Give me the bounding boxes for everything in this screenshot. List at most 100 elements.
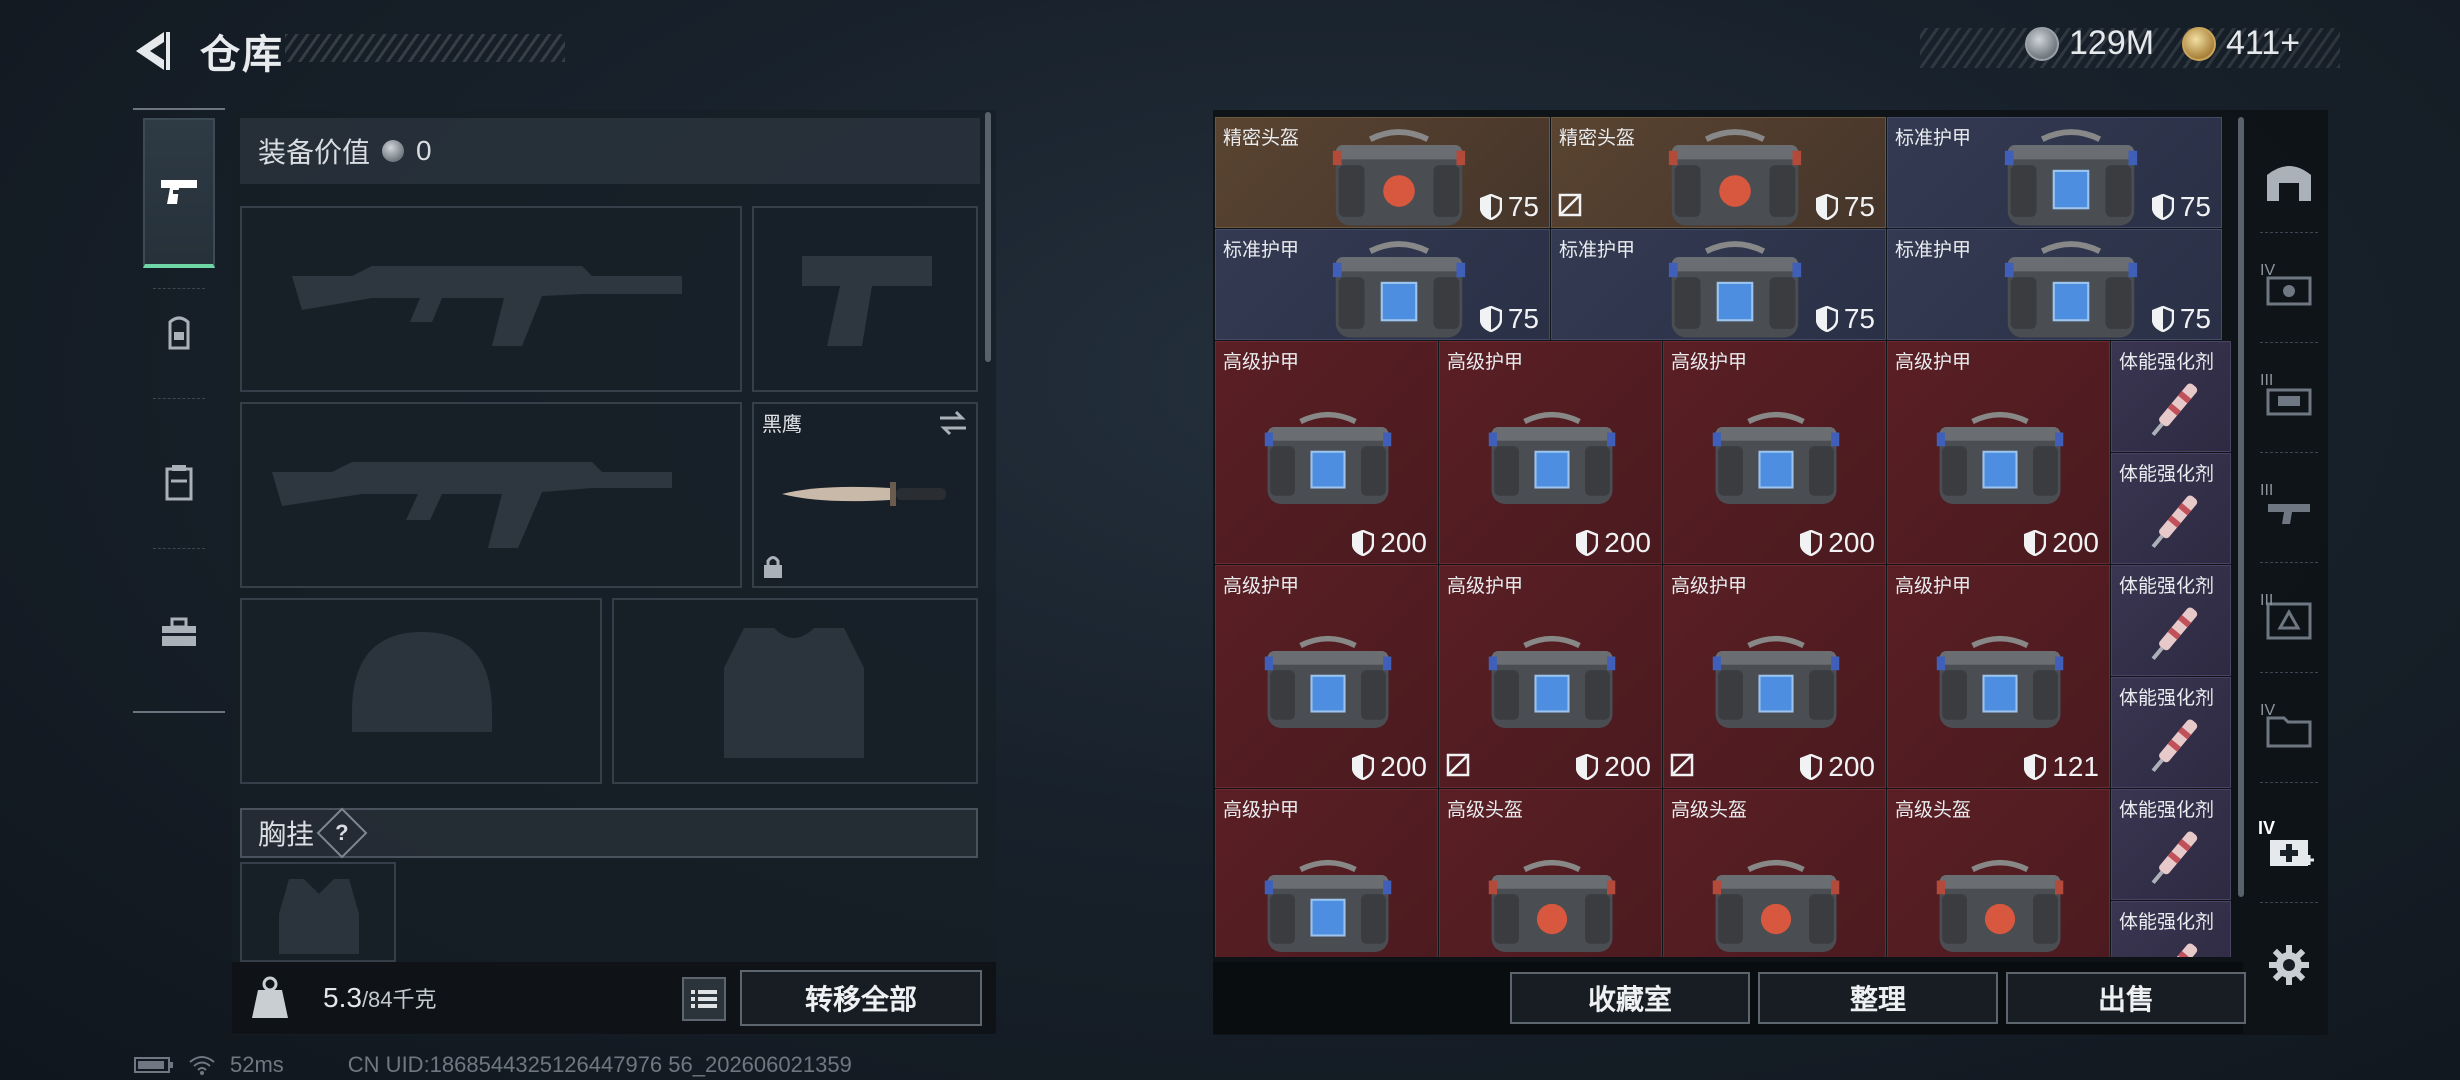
- sell-button[interactable]: 出售: [2006, 972, 2246, 1024]
- currency-gold[interactable]: 411+: [2182, 24, 2300, 63]
- item-name: 体能强化剂: [2119, 352, 2215, 373]
- shield-icon: [1479, 306, 1502, 332]
- no-repair-icon: [1446, 753, 1470, 777]
- equipment-value-header: 装备价值 0: [240, 118, 980, 184]
- list-view-button[interactable]: [682, 977, 726, 1021]
- injector-icon: [2151, 607, 2198, 661]
- body-armor-slot[interactable]: [612, 598, 978, 784]
- category-separator: [2260, 452, 2318, 453]
- item-name: 高级护甲: [1223, 352, 1300, 373]
- item-durability: 75: [1815, 303, 1875, 335]
- gold-coin-icon: [2182, 26, 2216, 61]
- storage-item-injector[interactable]: 体能强化剂: [2111, 453, 2231, 564]
- storage-item[interactable]: 高级护甲 200: [1887, 341, 2110, 564]
- armor-case-icon: [1488, 635, 1616, 728]
- settings-button[interactable]: [2250, 925, 2328, 1005]
- item-image: [1483, 853, 1621, 957]
- pistol-silhouette-icon: [802, 256, 932, 346]
- item-durability: 75: [2151, 191, 2211, 223]
- storage-item-injector[interactable]: 体能强化剂: [2111, 565, 2231, 676]
- storage-item[interactable]: 标准护甲 75: [1887, 229, 2222, 340]
- storage-item[interactable]: 高级头盔: [1887, 789, 2110, 957]
- helmet-case-icon: [1936, 859, 2064, 952]
- ping-text: 52ms: [230, 1052, 284, 1077]
- help-button[interactable]: ?: [316, 807, 368, 859]
- category-tab-medical[interactable]: IV: [2250, 800, 2328, 900]
- shield-icon: [2024, 530, 2047, 556]
- armor-case-icon: [1264, 411, 1392, 504]
- equipment-nav: [133, 108, 225, 713]
- nav-separator: [153, 548, 205, 549]
- category-tab-2[interactable]: III: [2250, 350, 2328, 450]
- currency-silver[interactable]: 129M: [2025, 24, 2154, 63]
- storage-item[interactable]: 精密头盔 75: [1551, 117, 1886, 228]
- storage-item[interactable]: 高级护甲 200: [1663, 341, 1886, 564]
- category-tab-3[interactable]: III: [2250, 460, 2328, 560]
- item-image: [1707, 629, 1845, 744]
- storage-item[interactable]: 高级护甲 200: [1439, 341, 1662, 564]
- storage-item[interactable]: 高级护甲 200: [1663, 565, 1886, 788]
- category-all-tab[interactable]: [2250, 130, 2328, 230]
- melee-slot[interactable]: 黑鹰: [752, 402, 978, 588]
- storage-item-injector[interactable]: 体能强化剂: [2111, 901, 2231, 957]
- durability-value: 75: [1507, 191, 1539, 222]
- page-title: 仓库: [200, 33, 284, 77]
- durability-value: 200: [1380, 751, 1427, 782]
- storage-item-injector[interactable]: 体能强化剂: [2111, 341, 2231, 452]
- silver-coin-icon: [2025, 26, 2059, 61]
- lock-icon: [764, 556, 782, 578]
- item-durability: 75: [1815, 191, 1875, 223]
- equipment-scrollbar[interactable]: [985, 112, 991, 362]
- storage-item[interactable]: 标准护甲 75: [1887, 117, 2222, 228]
- storage-item[interactable]: 标准护甲 75: [1551, 229, 1886, 340]
- primary-weapon-slot[interactable]: [240, 206, 742, 392]
- swap-icon[interactable]: [938, 410, 968, 436]
- organize-button[interactable]: 整理: [1758, 972, 1998, 1024]
- storage-item-injector[interactable]: 体能强化剂: [2111, 677, 2231, 788]
- back-arrow-icon: [136, 32, 170, 70]
- storage-item[interactable]: 高级护甲 200: [1215, 341, 1438, 564]
- durability-value: 75: [1843, 303, 1875, 334]
- silver-amount: 129M: [2069, 24, 2155, 62]
- helmet-slot[interactable]: [240, 598, 602, 784]
- category-separator: [2260, 782, 2318, 783]
- chest-rig-label: 胸挂: [258, 819, 315, 850]
- storage-item[interactable]: 精密头盔 75: [1215, 117, 1550, 228]
- storage-item-injector[interactable]: 体能强化剂: [2111, 789, 2231, 900]
- durability-value: 200: [1380, 527, 1427, 558]
- category-tab-1[interactable]: IV: [2250, 240, 2328, 340]
- collection-room-button[interactable]: 收藏室: [1510, 972, 1750, 1024]
- storage-item[interactable]: 高级护甲 200: [1439, 565, 1662, 788]
- item-image: [1259, 629, 1397, 744]
- secondary-weapon-slot[interactable]: [240, 402, 742, 588]
- armor-case-icon: [1332, 241, 1466, 338]
- storage-item[interactable]: 高级护甲 200: [1215, 565, 1438, 788]
- nav-backpack-tab[interactable]: [133, 278, 225, 388]
- shield-icon: [1352, 530, 1375, 556]
- rifle-silhouette-icon: [272, 462, 672, 548]
- nav-weapons-tab[interactable]: [143, 118, 215, 268]
- toolbox-icon: [162, 617, 196, 646]
- category-tab-4[interactable]: III: [2250, 570, 2328, 670]
- chest-rig-slot[interactable]: [240, 862, 396, 962]
- storage-item[interactable]: 高级头盔: [1439, 789, 1662, 957]
- category-tier-label: IV: [2258, 818, 2276, 838]
- storage-item[interactable]: 高级护甲: [1215, 789, 1438, 957]
- helmet-case-icon: [1488, 859, 1616, 952]
- nav-toolbox-tab[interactable]: [133, 578, 225, 688]
- back-button[interactable]: [128, 26, 178, 76]
- equipment-value-amount: 0: [416, 135, 432, 166]
- item-name: 高级护甲: [1447, 352, 1524, 373]
- sidearm-slot[interactable]: [752, 206, 978, 392]
- transfer-all-button[interactable]: 转移全部: [740, 970, 982, 1026]
- item-durability: 121: [2024, 751, 2099, 783]
- silver-coin-icon: [382, 140, 405, 162]
- category-tab-5[interactable]: IV: [2250, 680, 2328, 780]
- durability-value: 75: [1507, 303, 1539, 334]
- nav-vest-tab[interactable]: [133, 428, 225, 538]
- storage-item[interactable]: 高级头盔: [1663, 789, 1886, 957]
- storage-item[interactable]: 高级护甲 121: [1887, 565, 2110, 788]
- storage-scrollbar[interactable]: [2238, 117, 2244, 897]
- backpack-icon: [168, 316, 190, 350]
- storage-item[interactable]: 标准护甲 75: [1215, 229, 1550, 340]
